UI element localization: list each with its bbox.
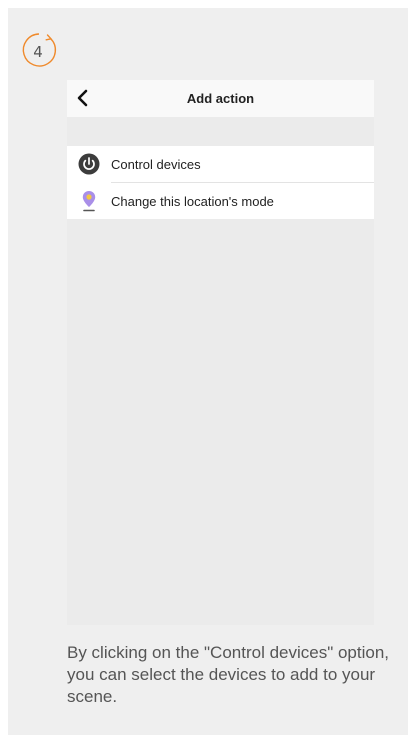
list-item-label: Control devices xyxy=(111,156,201,172)
back-button[interactable] xyxy=(70,85,96,111)
navigation-bar: Add action xyxy=(67,80,374,117)
list-item-change-mode[interactable]: Change this location's mode xyxy=(67,183,374,219)
location-pin-icon xyxy=(82,191,96,212)
step-number: 4 xyxy=(33,43,43,61)
tutorial-step-card: 4 Add action Control devices Change this… xyxy=(8,8,408,735)
list-item-label: Change this location's mode xyxy=(111,193,274,209)
action-list: Control devices Change this location's m… xyxy=(67,146,374,219)
phone-screenshot: Add action Control devices Change this l… xyxy=(67,80,374,625)
power-icon xyxy=(78,153,100,175)
icon-container xyxy=(67,146,111,182)
icon-container xyxy=(67,183,111,219)
chevron-left-icon xyxy=(77,89,88,107)
step-caption: By clicking on the "Control devices" opt… xyxy=(67,643,390,706)
list-item-control-devices[interactable]: Control devices xyxy=(67,146,374,182)
page-title: Add action xyxy=(186,91,255,106)
step-badge: 4 xyxy=(18,30,66,78)
